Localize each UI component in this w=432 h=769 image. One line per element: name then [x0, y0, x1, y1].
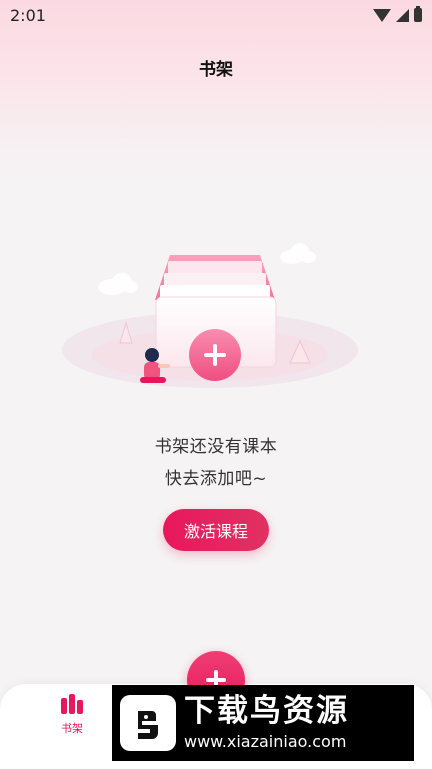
watermark-text: 下载鸟资源 www.xiazainiao.com — [184, 693, 349, 753]
empty-message-line1: 书架还没有课本 — [154, 437, 278, 457]
tab-bookshelf-label: 书架 — [61, 722, 83, 735]
bird-logo-icon — [138, 711, 158, 739]
watermark-title: 下载鸟资源 — [184, 693, 349, 729]
tab-bookshelf[interactable]: 书架 — [42, 694, 102, 744]
signal-icon — [396, 8, 409, 22]
bookshelf-icon — [61, 694, 83, 714]
status-time: 2:01 — [10, 5, 46, 25]
activate-course-button[interactable]: 激活课程 — [163, 509, 269, 551]
status-icons — [373, 6, 422, 22]
empty-message-line2: 快去添加吧~ — [164, 469, 268, 489]
watermark-banner: 下载鸟资源 www.xiazainiao.com — [112, 685, 414, 761]
status-bar: 2:01 — [0, 0, 432, 30]
battery-icon — [414, 6, 422, 22]
empty-bookshelf-illustration — [62, 243, 358, 388]
wifi-icon — [373, 8, 391, 22]
watermark-logo — [120, 695, 176, 751]
watermark-url: www.xiazainiao.com — [184, 732, 347, 751]
page-title: 书架 — [199, 60, 233, 80]
